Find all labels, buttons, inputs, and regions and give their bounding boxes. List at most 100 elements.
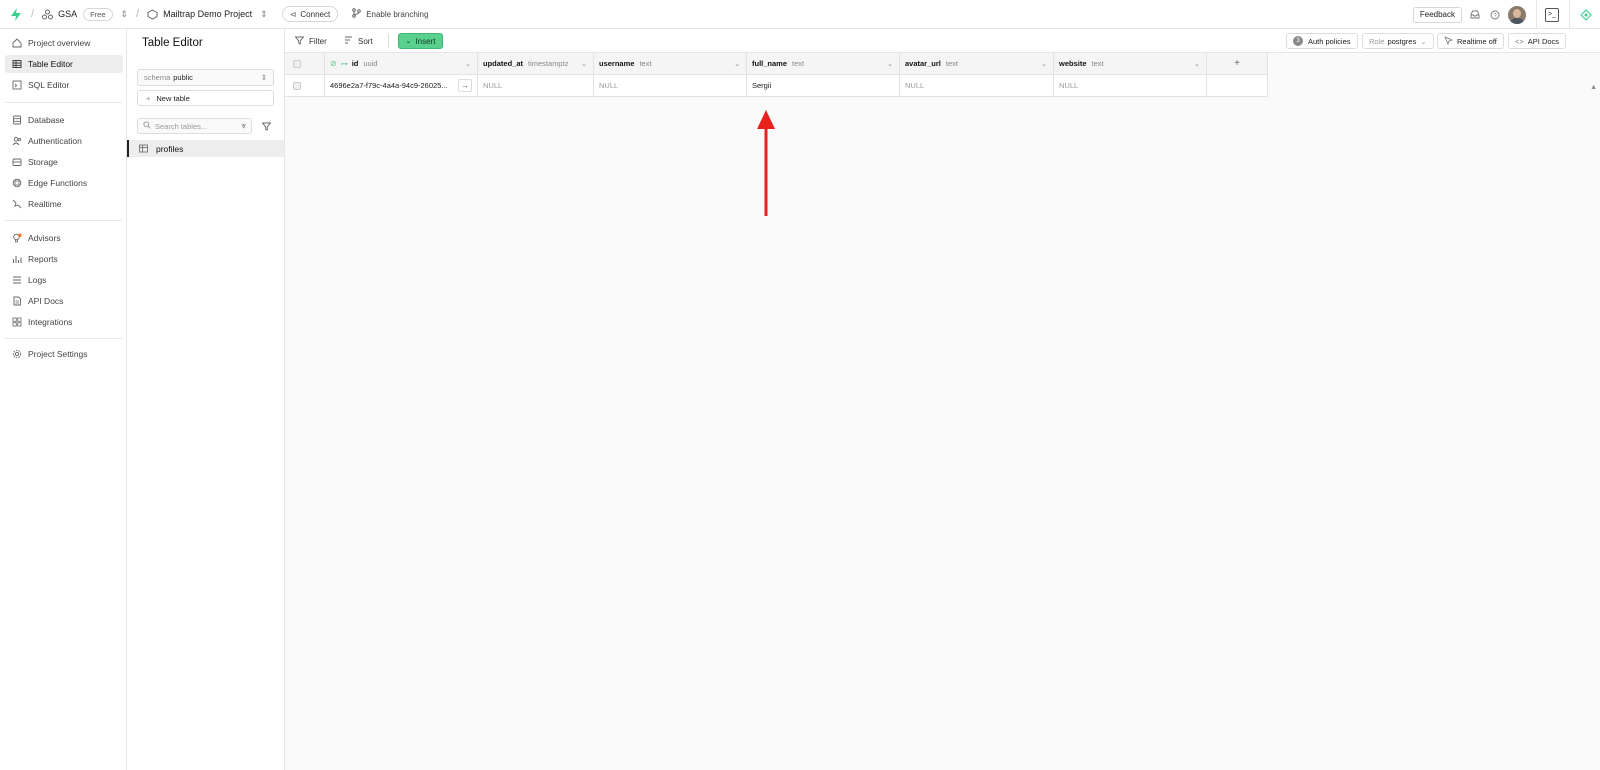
cell-full-name[interactable]: Sergii xyxy=(747,75,900,97)
sort-label: Sort xyxy=(358,36,373,46)
realtime-toggle-button[interactable]: Realtime off xyxy=(1437,33,1504,49)
connect-button[interactable]: ⊲ Connect xyxy=(281,6,339,22)
supabase-logo-icon[interactable] xyxy=(9,7,23,21)
nav-item-label: API Docs xyxy=(28,296,64,306)
nav-item-sql-editor[interactable]: SQL Editor xyxy=(5,76,123,94)
database-icon xyxy=(11,115,22,126)
cell-value: NULL xyxy=(599,81,619,90)
schema-selector[interactable]: schema public ⇕ xyxy=(137,69,274,86)
search-tables-input[interactable]: Search tables... ⩔ xyxy=(137,118,252,134)
gear-icon xyxy=(11,349,22,360)
user-avatar[interactable] xyxy=(1508,5,1526,24)
chevron-down-icon[interactable]: ⌄ xyxy=(581,60,587,68)
column-header-full-name[interactable]: full_name text ⌄ xyxy=(747,53,900,75)
new-table-button[interactable]: + New table xyxy=(137,90,274,106)
sort-button[interactable]: Sort xyxy=(344,34,373,48)
nav-item-reports[interactable]: Reports xyxy=(5,250,123,268)
project-name[interactable]: Mailtrap Demo Project xyxy=(163,9,252,19)
left-navigation: Project overview Table Editor SQL Editor… xyxy=(0,29,127,770)
column-name: avatar_url xyxy=(905,59,941,68)
cell-id[interactable]: 4696e2a7-f79c-4a4a-94c9-26025... → xyxy=(325,75,478,97)
nav-item-label: Edge Functions xyxy=(28,178,88,188)
column-header-id[interactable]: ⊘ ⊶ id uuid ⌄ xyxy=(325,53,478,75)
plug-icon: ⊲ xyxy=(289,9,297,19)
nav-item-database[interactable]: Database xyxy=(5,111,123,129)
breadcrumb-separator: / xyxy=(31,8,35,20)
chevron-down-icon[interactable]: ⌄ xyxy=(887,60,893,68)
chevron-down-icon[interactable]: ⌄ xyxy=(1194,60,1200,68)
grid-header-row: ⊘ ⊶ id uuid ⌄ updated_at timestamptz ⌄ u… xyxy=(285,53,1268,75)
add-column-button[interactable]: + xyxy=(1207,53,1268,75)
api-docs-button[interactable]: <> API Docs xyxy=(1508,33,1567,49)
filter-icon[interactable] xyxy=(258,118,274,134)
column-header-website[interactable]: website text ⌄ xyxy=(1054,53,1207,75)
nav-item-label: Project Settings xyxy=(28,349,88,359)
grid-toolbar: Filter Sort ⌄ Insert 3 Auth policies Rol… xyxy=(285,29,1600,53)
chevron-down-icon: ⌄ xyxy=(405,38,412,45)
column-name: username xyxy=(599,59,635,68)
cell-website[interactable]: NULL xyxy=(1054,75,1207,97)
select-all-checkbox[interactable] xyxy=(293,59,301,68)
column-header-updated-at[interactable]: updated_at timestamptz ⌄ xyxy=(478,53,594,75)
insert-button[interactable]: ⌄ Insert xyxy=(398,33,443,49)
plus-icon: + xyxy=(1234,58,1240,69)
row-checkbox[interactable] xyxy=(293,81,301,90)
cell-value: NULL xyxy=(1059,81,1079,90)
chevron-down-icon[interactable]: ⌄ xyxy=(734,60,740,68)
organization-name[interactable]: GSA xyxy=(58,9,77,19)
chevron-down-icon[interactable]: ⌄ xyxy=(465,60,471,68)
terminal-icon[interactable]: >_ xyxy=(1545,7,1559,22)
arrow-right-icon[interactable]: → xyxy=(458,79,472,92)
column-type: uuid xyxy=(363,59,378,68)
auth-policies-button[interactable]: 3 Auth policies xyxy=(1286,33,1358,49)
role-value: postgres xyxy=(1387,36,1417,46)
nav-item-edge-functions[interactable]: Edge Functions xyxy=(5,174,123,192)
nav-item-storage[interactable]: Storage xyxy=(5,153,123,171)
plus-icon: + xyxy=(146,93,151,103)
enable-branching-button[interactable]: Enable branching xyxy=(352,8,428,20)
chevron-updown-icon: ⇕ xyxy=(260,73,267,82)
cell-value: NULL xyxy=(905,81,925,90)
new-table-label: New table xyxy=(156,93,190,103)
column-header-avatar-url[interactable]: avatar_url text ⌄ xyxy=(900,53,1054,75)
nav-item-table-editor[interactable]: Table Editor xyxy=(5,55,123,73)
table-editor-title: Table Editor xyxy=(142,37,203,49)
column-header-username[interactable]: username text ⌄ xyxy=(594,53,747,75)
help-icon[interactable]: ? xyxy=(1488,8,1502,22)
lightbulb-icon xyxy=(11,233,22,244)
feedback-button[interactable]: Feedback xyxy=(1412,6,1462,23)
filter-button[interactable]: Filter xyxy=(294,34,327,48)
table-editor-sidebar: Table Editor schema public ⇕ + New table… xyxy=(127,29,285,770)
select-all-cell xyxy=(285,53,325,75)
link-icon: ⊘ xyxy=(330,59,337,68)
schema-value: public xyxy=(173,73,193,82)
project-switcher-chevron-icon[interactable]: ⇕ xyxy=(260,9,268,20)
org-switcher-chevron-icon[interactable]: ⇕ xyxy=(121,9,129,20)
assistant-icon[interactable] xyxy=(1580,8,1592,21)
git-branch-icon xyxy=(352,8,361,20)
nav-item-label: Realtime xyxy=(28,199,62,209)
scroll-up-icon[interactable]: ▲ xyxy=(1590,84,1597,91)
table-row[interactable]: 4696e2a7-f79c-4a4a-94c9-26025... → NULL … xyxy=(285,75,1268,97)
table-list-item-profiles[interactable]: profiles xyxy=(127,140,284,157)
nav-item-api-docs[interactable]: API Docs xyxy=(5,292,123,310)
nav-item-logs[interactable]: Logs xyxy=(5,271,123,289)
nav-item-advisors[interactable]: Advisors xyxy=(5,229,123,247)
nav-item-integrations[interactable]: Integrations xyxy=(5,313,123,331)
collapse-all-icon[interactable]: ⩔ xyxy=(241,121,246,131)
column-type: text xyxy=(945,59,958,68)
annotation-arrow-icon xyxy=(757,110,775,216)
nav-item-realtime[interactable]: Realtime xyxy=(5,195,123,213)
cell-avatar-url[interactable]: NULL xyxy=(900,75,1054,97)
cell-updated-at[interactable]: NULL xyxy=(478,75,594,97)
nav-item-project-settings[interactable]: Project Settings xyxy=(5,345,123,363)
role-selector[interactable]: Role postgres ⌄ xyxy=(1362,33,1434,49)
table-name: profiles xyxy=(156,143,184,154)
column-type: text xyxy=(792,59,805,68)
inbox-icon[interactable] xyxy=(1468,8,1482,22)
chevron-down-icon[interactable]: ⌄ xyxy=(1041,60,1047,68)
nav-item-authentication[interactable]: Authentication xyxy=(5,132,123,150)
cell-username[interactable]: NULL xyxy=(594,75,747,97)
column-name: website xyxy=(1059,59,1087,68)
nav-item-project-overview[interactable]: Project overview xyxy=(5,34,123,52)
